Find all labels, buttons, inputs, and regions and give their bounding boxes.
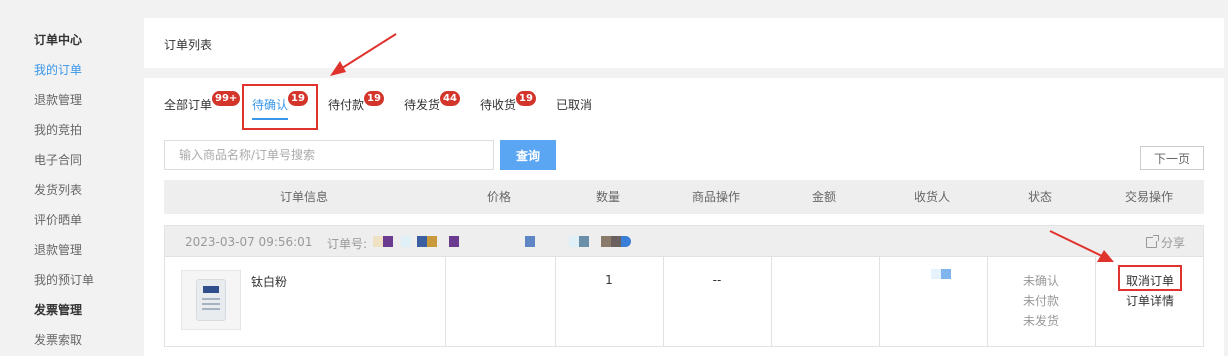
redacted-order-number bbox=[579, 236, 589, 247]
column-divider bbox=[879, 257, 880, 347]
order-list-panel: 全部订单 99+ 待确认 19 待付款 19 待发货 44 待收货 19 已取消… bbox=[144, 78, 1224, 356]
column-header-price: 价格 bbox=[486, 190, 511, 204]
redacted-order-number bbox=[611, 236, 621, 247]
sidebar-item-refunds[interactable]: 退款管理 bbox=[34, 93, 82, 107]
title-panel: 订单列表 bbox=[144, 18, 1224, 68]
status-unshipped: 未发货 bbox=[1022, 314, 1059, 328]
product-bag-image bbox=[196, 279, 226, 321]
sidebar-item-refunds-2[interactable]: 退款管理 bbox=[34, 243, 82, 257]
redacted-order-number bbox=[427, 236, 437, 247]
tab-pending-payment[interactable]: 待付款 19 bbox=[328, 91, 384, 112]
order-detail-link[interactable]: 订单详情 bbox=[1095, 292, 1205, 309]
share-link[interactable]: 分享 bbox=[1145, 234, 1185, 251]
order-row: 钛白粉 1 -- 未确认 未付款 未发货 取消订单 订单详情 bbox=[164, 257, 1204, 347]
sidebar-heading-invoice: 发票管理 bbox=[34, 303, 83, 317]
redacted-order-number bbox=[449, 236, 459, 247]
redacted-receiver bbox=[931, 269, 941, 279]
quantity-value: 1 bbox=[605, 273, 613, 287]
share-icon bbox=[1145, 235, 1159, 248]
redacted-order-number bbox=[373, 236, 383, 247]
column-divider bbox=[663, 257, 664, 347]
redacted-order-number bbox=[383, 236, 393, 247]
page-title: 订单列表 bbox=[164, 38, 213, 52]
product-name[interactable]: 钛白粉 bbox=[251, 273, 287, 290]
sidebar-item-request-invoice[interactable]: 发票索取 bbox=[34, 333, 82, 347]
column-header-amount: 金额 bbox=[811, 190, 836, 204]
count-badge: 44 bbox=[440, 91, 460, 106]
tab-pending-shipment[interactable]: 待发货 44 bbox=[404, 91, 460, 112]
redacted-order-number bbox=[601, 236, 611, 247]
count-badge: 99+ bbox=[212, 91, 241, 106]
sidebar-item-my-orders[interactable]: 我的订单 bbox=[34, 63, 82, 77]
column-header-trade-action: 交易操作 bbox=[1124, 190, 1173, 204]
sidebar-item-pre-orders[interactable]: 我的预订单 bbox=[34, 273, 94, 287]
sidebar-item-reviews[interactable]: 评价晒单 bbox=[34, 213, 82, 227]
annotation-box-tab bbox=[242, 84, 318, 130]
column-header-status: 状态 bbox=[1027, 190, 1052, 204]
order-header: 2023-03-07 09:56:01 订单号: 分享 bbox=[164, 225, 1204, 257]
redacted-order-number bbox=[525, 236, 535, 247]
sidebar-item-my-auctions[interactable]: 我的竞拍 bbox=[34, 123, 82, 137]
annotation-box-cancel bbox=[1118, 265, 1182, 291]
column-header-order-info: 订单信息 bbox=[279, 190, 328, 204]
tab-label: 待收货 bbox=[480, 98, 517, 112]
tab-label: 待发货 bbox=[404, 98, 441, 112]
table-header: 订单信息 价格 数量 商品操作 金额 收货人 状态 交易操作 bbox=[164, 180, 1204, 214]
tab-cancelled[interactable]: 已取消 bbox=[556, 98, 592, 112]
sidebar-item-e-contracts[interactable]: 电子合同 bbox=[34, 153, 82, 167]
redacted-order-number bbox=[621, 236, 631, 247]
status-unconfirmed: 未确认 bbox=[1022, 274, 1059, 288]
redacted-order-number bbox=[401, 236, 411, 247]
column-divider bbox=[445, 257, 446, 347]
count-badge: 19 bbox=[516, 91, 536, 106]
tab-pending-receipt[interactable]: 待收货 19 bbox=[480, 91, 536, 112]
next-page-button[interactable]: 下一页 bbox=[1140, 146, 1204, 170]
order-number-label: 订单号: bbox=[327, 237, 368, 251]
redacted-order-number bbox=[569, 236, 579, 247]
count-badge: 19 bbox=[364, 91, 384, 106]
column-divider bbox=[555, 257, 556, 347]
redacted-receiver bbox=[941, 269, 951, 279]
column-divider bbox=[771, 257, 772, 347]
product-action-value: -- bbox=[712, 273, 722, 287]
product-thumbnail[interactable] bbox=[181, 270, 241, 330]
column-header-quantity: 数量 bbox=[595, 190, 620, 204]
share-label: 分享 bbox=[1160, 236, 1185, 250]
column-header-receiver: 收货人 bbox=[913, 190, 950, 204]
order-date: 2023-03-07 09:56:01 bbox=[185, 235, 313, 249]
tab-label: 已取消 bbox=[556, 98, 593, 112]
search-input[interactable] bbox=[164, 140, 494, 170]
sidebar-item-shipping-list[interactable]: 发货列表 bbox=[34, 183, 82, 197]
status-unpaid: 未付款 bbox=[1022, 294, 1059, 308]
sidebar: 订单中心 我的订单 退款管理 我的竞拍 电子合同 发货列表 评价晒单 退款管理 … bbox=[0, 0, 144, 356]
tab-label: 全部订单 bbox=[164, 98, 213, 112]
column-header-product-action: 商品操作 bbox=[691, 190, 740, 204]
tab-label: 待付款 bbox=[328, 98, 365, 112]
sidebar-heading-order-center: 订单中心 bbox=[34, 33, 83, 47]
tab-all-orders[interactable]: 全部订单 99+ bbox=[164, 91, 241, 112]
search-button[interactable]: 查询 bbox=[500, 140, 556, 170]
redacted-order-number bbox=[417, 236, 427, 247]
